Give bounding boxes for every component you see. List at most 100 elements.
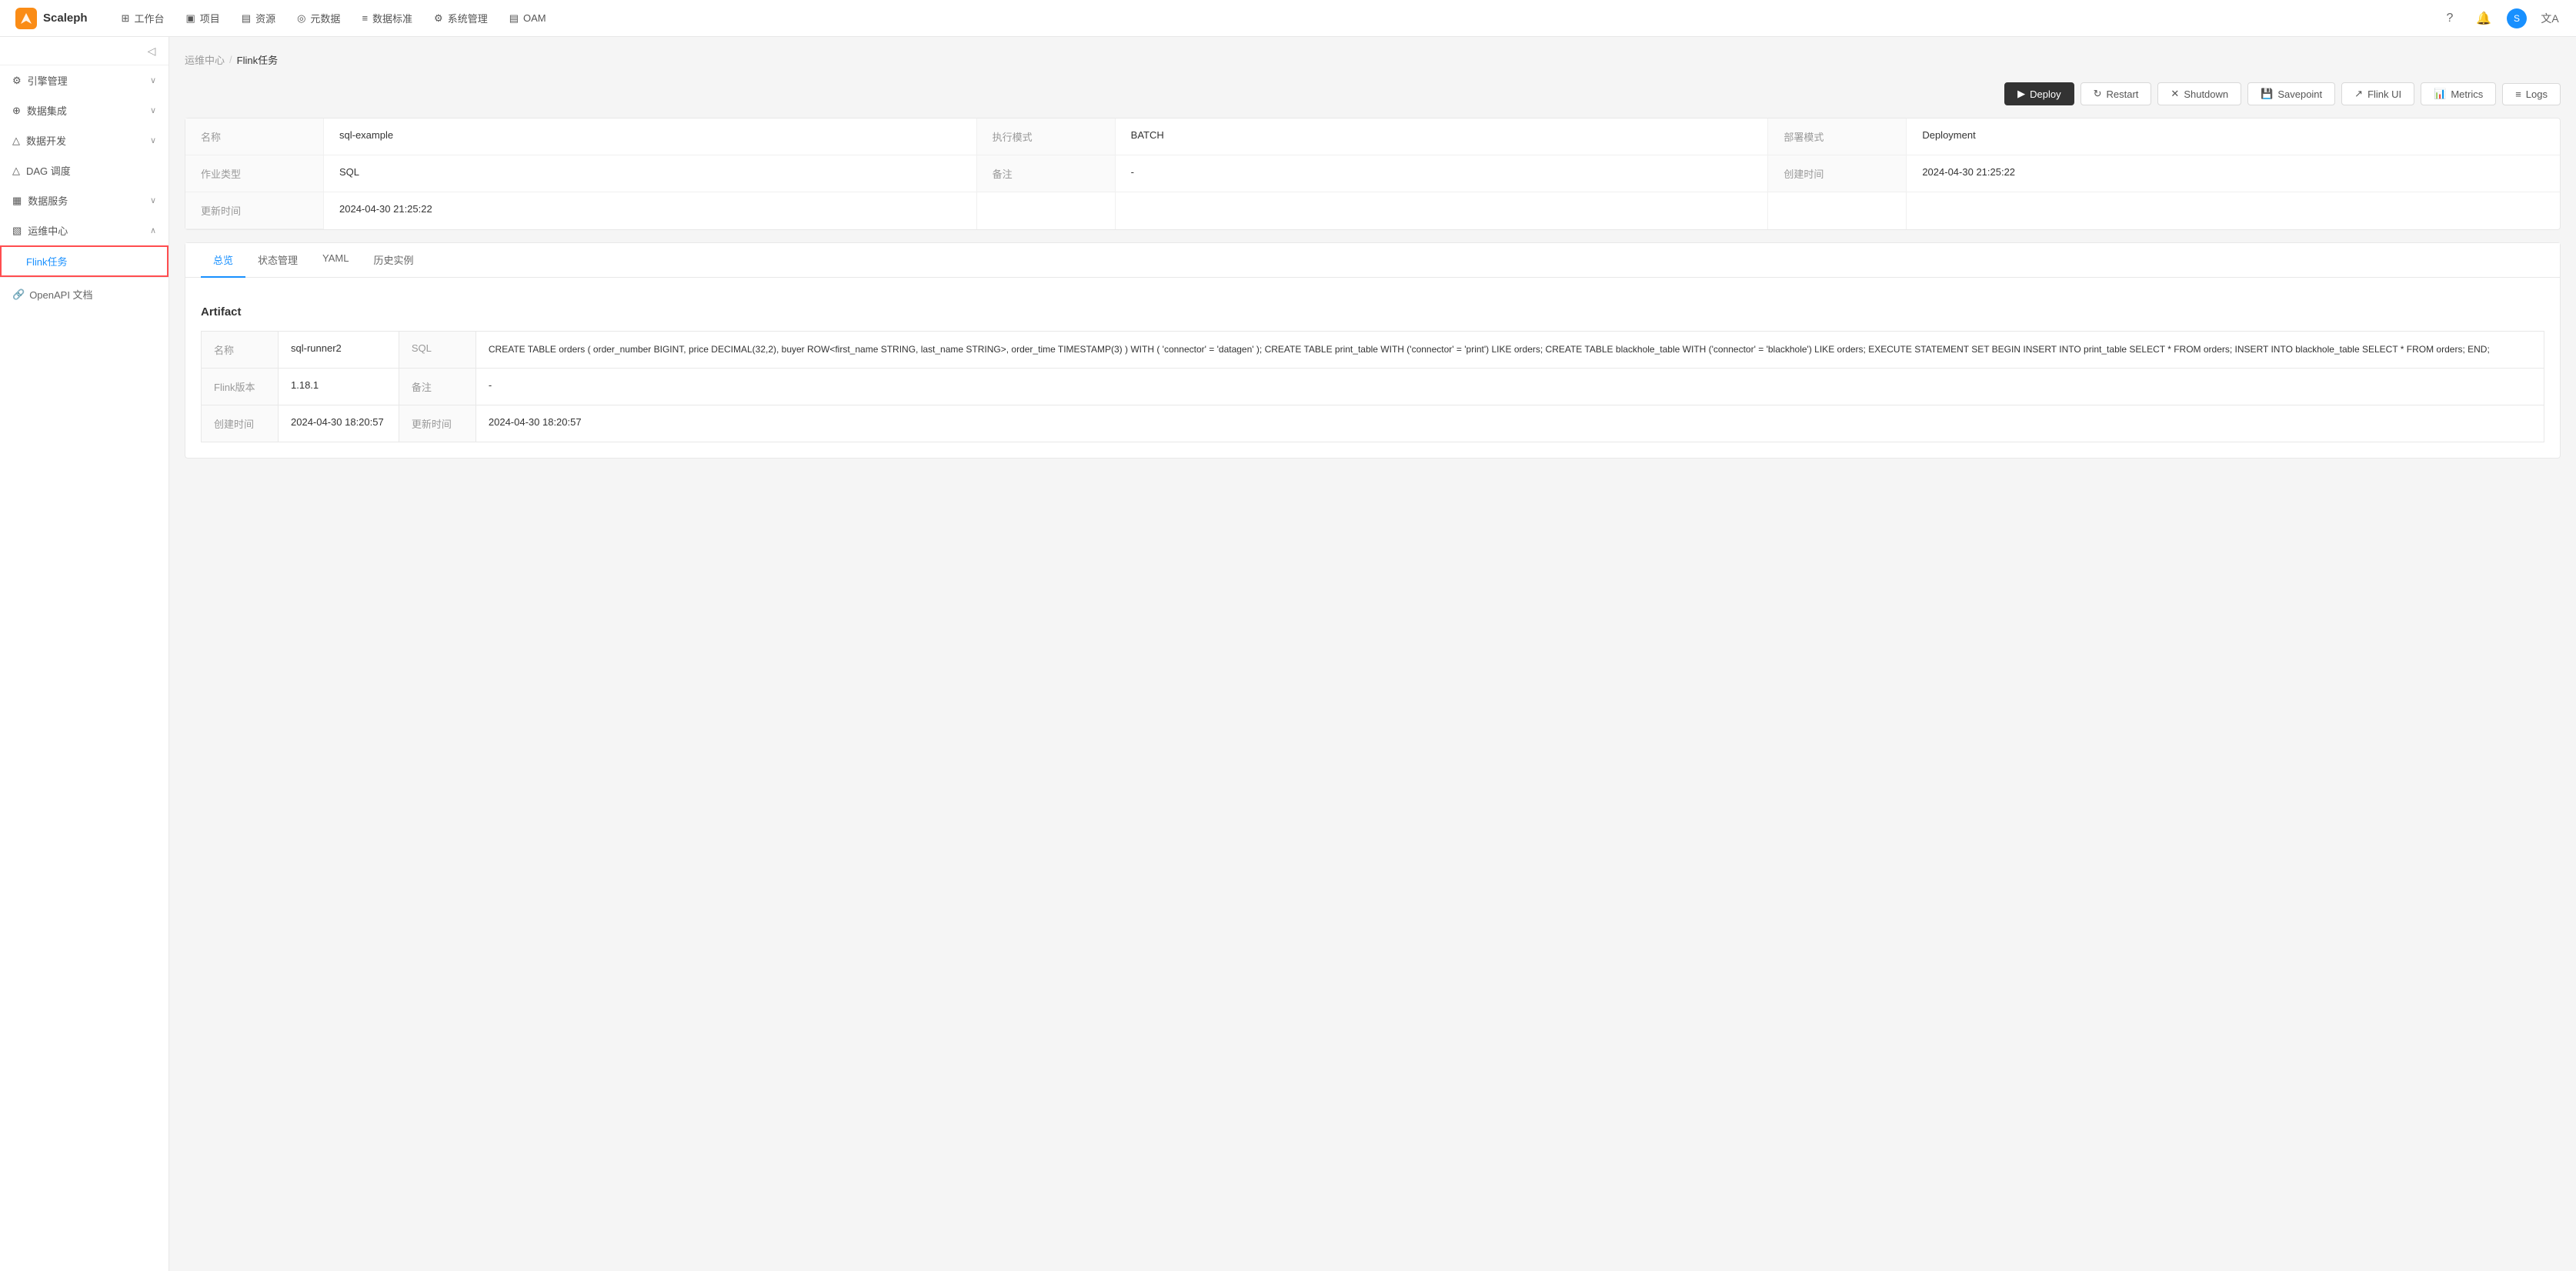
shutdown-icon: ✕ <box>2171 88 2179 100</box>
metrics-button[interactable]: 📊 Metrics <box>2421 82 2496 105</box>
sidebar-group-header-dag[interactable]: △ DAG 调度 <box>0 155 169 185</box>
sidebar-group-integration: ⊕ 数据集成 ∨ <box>0 95 169 125</box>
tabs-section: 总览 状态管理 YAML 历史实例 Artifact 名称 <box>185 242 2561 459</box>
sidebar-group-dev: △ 数据开发 ∨ <box>0 125 169 155</box>
action-toolbar: ▶ Deploy ↻ Restart ✕ Shutdown 💾 Savepoin… <box>185 82 2561 105</box>
sidebar-group-ops: ▧ 运维中心 ∧ Flink任务 <box>0 215 169 277</box>
nav-item-metadata[interactable]: ◎ 元数据 <box>288 0 349 37</box>
artifact-value-remark: - <box>475 369 2544 405</box>
sidebar-top: ◁ <box>0 37 169 65</box>
avatar[interactable]: S <box>2507 8 2527 28</box>
sidebar-collapse-button[interactable]: ◁ <box>144 43 159 58</box>
nav-item-resource[interactable]: ▤ 资源 <box>232 0 285 37</box>
deploy-icon: ▶ <box>2017 88 2025 100</box>
artifact-value-name: sql-runner2 <box>279 332 399 369</box>
logs-button[interactable]: ≡ Logs <box>2502 83 2561 105</box>
sidebar-group-header-integration[interactable]: ⊕ 数据集成 ∨ <box>0 95 169 125</box>
sidebar-group-header-engine[interactable]: ⚙ 引擎管理 ∨ <box>0 65 169 95</box>
table-row: Flink版本 1.18.1 备注 - <box>202 369 2544 405</box>
nav-item-system[interactable]: ⚙ 系统管理 <box>425 0 497 37</box>
metadata-icon: ◎ <box>297 12 305 25</box>
sidebar-openapi-link[interactable]: 🔗 OpenAPI 文档 <box>0 277 169 311</box>
artifact-label-update-time: 更新时间 <box>399 405 475 442</box>
integration-group-icon: ⊕ <box>12 105 21 117</box>
nav-item-data-standard[interactable]: ≡ 数据标准 <box>352 0 422 37</box>
restart-icon: ↻ <box>2094 88 2102 100</box>
breadcrumb: 运维中心 / Flink任务 <box>185 52 2561 67</box>
sidebar: ◁ ⚙ 引擎管理 ∨ ⊕ 数据集成 ∨ <box>0 37 169 1271</box>
tab-state[interactable]: 状态管理 <box>245 243 310 278</box>
tab-history[interactable]: 历史实例 <box>361 243 425 278</box>
content-area: 运维中心 / Flink任务 ▶ Deploy ↻ Restart ✕ Shut… <box>169 37 2576 1271</box>
sidebar-group-header-dev[interactable]: △ 数据开发 ∨ <box>0 125 169 155</box>
field-value-remark: - <box>1116 155 1769 192</box>
artifact-label-sql: SQL <box>399 332 475 369</box>
sidebar-group-dag: △ DAG 调度 <box>0 155 169 185</box>
info-card: 名称 sql-example 执行模式 BATCH 部署模式 Deploymen… <box>185 118 2561 230</box>
artifact-label-flink-version: Flink版本 <box>202 369 279 405</box>
artifact-value-update-time: 2024-04-30 18:20:57 <box>475 405 2544 442</box>
chevron-down-icon-integration: ∨ <box>150 105 156 115</box>
tab-content-overview: Artifact 名称 sql-runner2 SQL CREATE TABLE… <box>185 290 2560 458</box>
deploy-button[interactable]: ▶ Deploy <box>2004 82 2074 105</box>
sidebar-item-flink-jobs[interactable]: Flink任务 <box>0 245 169 277</box>
shutdown-button[interactable]: ✕ Shutdown <box>2157 82 2241 105</box>
sidebar-group-data-service: ▦ 数据服务 ∨ <box>0 185 169 215</box>
top-nav: Scaleph ⊞ 工作台 ▣ 项目 ▤ 资源 ◎ 元数据 ≡ 数据标准 ⚙ 系… <box>0 0 2576 37</box>
dag-group-icon: △ <box>12 165 20 177</box>
artifact-section-title: Artifact <box>201 305 2544 319</box>
field-value-deploy-mode: Deployment <box>1907 118 2560 155</box>
logo-text: Scaleph <box>43 12 88 25</box>
project-icon: ▣ <box>185 12 195 25</box>
data-service-group-icon: ▦ <box>12 195 22 207</box>
oam-icon: ▤ <box>509 12 519 25</box>
link-icon: 🔗 <box>12 289 25 301</box>
flink-ui-icon: ↗ <box>2354 88 2363 100</box>
chevron-down-icon: ∨ <box>150 75 156 85</box>
artifact-label-create-time: 创建时间 <box>202 405 279 442</box>
flink-ui-button[interactable]: ↗ Flink UI <box>2341 82 2414 105</box>
tab-yaml[interactable]: YAML <box>310 243 361 278</box>
ops-group-icon: ▧ <box>12 225 22 237</box>
savepoint-button[interactable]: 💾 Savepoint <box>2247 82 2335 105</box>
artifact-label-name: 名称 <box>202 332 279 369</box>
restart-button[interactable]: ↻ Restart <box>2080 82 2152 105</box>
logo[interactable]: Scaleph <box>15 8 88 29</box>
field-value-update-time: 2024-04-30 21:25:22 <box>324 192 977 229</box>
field-value-exec-mode: BATCH <box>1116 118 1769 155</box>
metrics-icon: 📊 <box>2434 88 2446 100</box>
nav-item-oam[interactable]: ▤ OAM <box>500 0 556 37</box>
field-value-job-type: SQL <box>324 155 977 192</box>
field-label-exec-mode: 执行模式 <box>977 118 1116 155</box>
info-grid: 名称 sql-example 执行模式 BATCH 部署模式 Deploymen… <box>185 118 2560 229</box>
resource-icon: ▤ <box>242 12 251 25</box>
help-icon[interactable]: ? <box>2439 8 2461 29</box>
breadcrumb-separator: / <box>229 54 232 65</box>
field-label-name: 名称 <box>185 118 324 155</box>
nav-item-workbench[interactable]: ⊞ 工作台 <box>112 0 174 37</box>
chevron-up-icon-ops: ∧ <box>150 225 156 235</box>
artifact-label-remark: 备注 <box>399 369 475 405</box>
logs-icon: ≡ <box>2515 88 2521 100</box>
main-layout: ◁ ⚙ 引擎管理 ∨ ⊕ 数据集成 ∨ <box>0 37 2576 1271</box>
language-icon[interactable]: 文A <box>2539 8 2561 29</box>
nav-item-project[interactable]: ▣ 项目 <box>176 0 229 37</box>
system-icon: ⚙ <box>434 12 443 25</box>
field-label-job-type: 作业类型 <box>185 155 324 192</box>
tabs-bar: 总览 状态管理 YAML 历史实例 <box>185 243 2560 278</box>
nav-items: ⊞ 工作台 ▣ 项目 ▤ 资源 ◎ 元数据 ≡ 数据标准 ⚙ 系统管理 ▤ OA… <box>112 0 2439 37</box>
chevron-down-icon-dev: ∨ <box>150 135 156 145</box>
engine-group-icon: ⚙ <box>12 75 22 87</box>
field-label-update-time: 更新时间 <box>185 192 324 229</box>
notification-icon[interactable]: 🔔 <box>2473 8 2494 29</box>
artifact-value-create-time: 2024-04-30 18:20:57 <box>279 405 399 442</box>
sidebar-group-header-ops[interactable]: ▧ 运维中心 ∧ <box>0 215 169 245</box>
table-row: 名称 sql-runner2 SQL CREATE TABLE orders (… <box>202 332 2544 369</box>
workbench-icon: ⊞ <box>122 12 130 25</box>
tab-overview[interactable]: 总览 <box>201 243 245 278</box>
sidebar-group-header-data-service[interactable]: ▦ 数据服务 ∨ <box>0 185 169 215</box>
table-row: 创建时间 2024-04-30 18:20:57 更新时间 2024-04-30… <box>202 405 2544 442</box>
nav-right: ? 🔔 S 文A <box>2439 8 2561 29</box>
savepoint-icon: 💾 <box>2261 88 2273 100</box>
breadcrumb-parent[interactable]: 运维中心 <box>185 52 225 67</box>
